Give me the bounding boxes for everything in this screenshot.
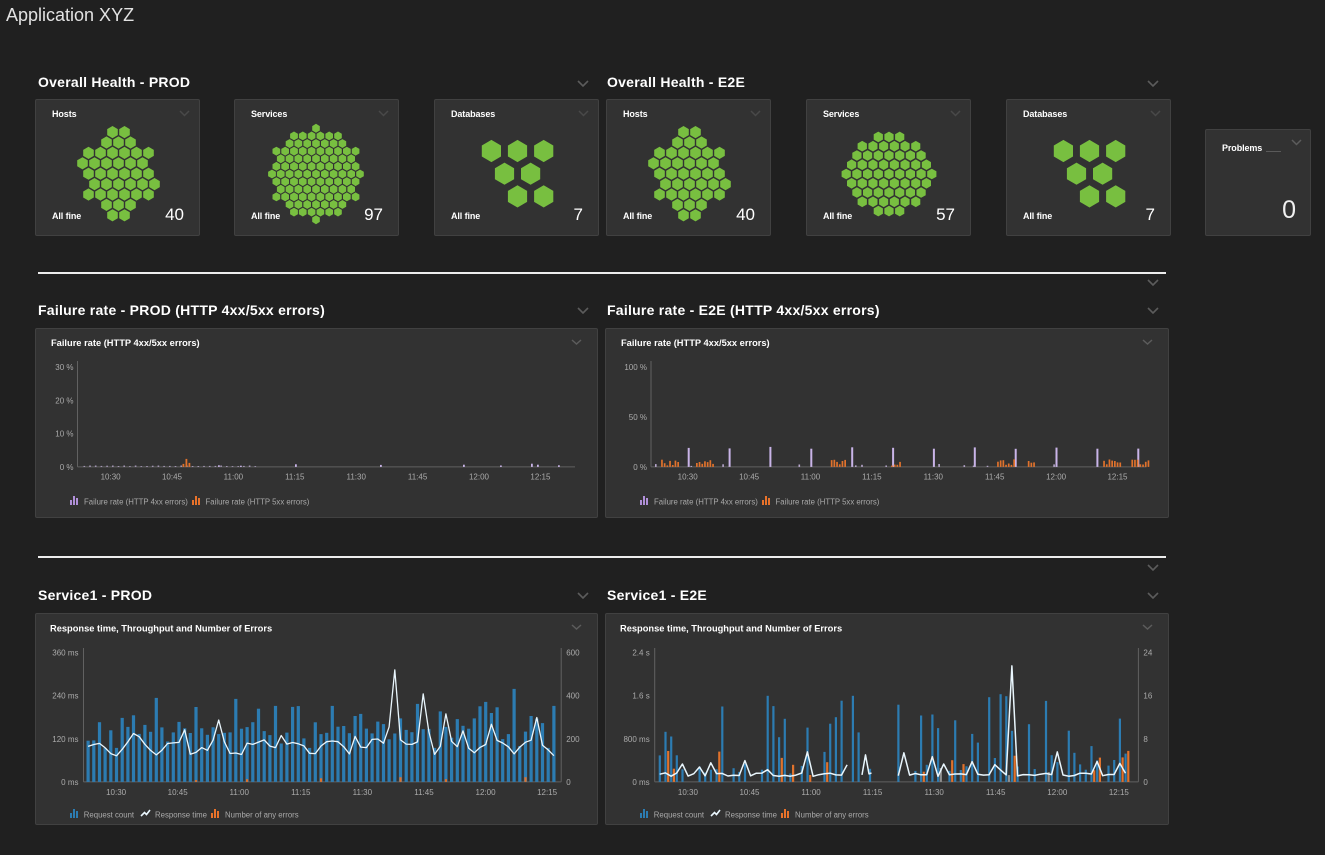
svg-text:Failure rate (HTTP 5xx errors): Failure rate (HTTP 5xx errors) bbox=[776, 498, 880, 507]
svg-text:Failure rate (HTTP 4xx/5xx err: Failure rate (HTTP 4xx/5xx errors) bbox=[621, 338, 770, 348]
svg-text:10:45: 10:45 bbox=[739, 473, 760, 482]
svg-text:12:00: 12:00 bbox=[1047, 788, 1068, 797]
svg-text:11:45: 11:45 bbox=[986, 788, 1006, 797]
svg-text:12:00: 12:00 bbox=[469, 473, 490, 482]
svg-text:10:45: 10:45 bbox=[162, 473, 183, 482]
svg-text:Response time, Throughput and: Response time, Throughput and Number of … bbox=[50, 624, 272, 634]
svg-text:11:30: 11:30 bbox=[353, 788, 373, 797]
svg-text:Failure rate (HTTP 4xx errors): Failure rate (HTTP 4xx errors) bbox=[84, 498, 188, 507]
svg-text:400: 400 bbox=[566, 692, 580, 701]
svg-text:0: 0 bbox=[1143, 778, 1148, 787]
svg-text:Failure rate (HTTP 4xx errors): Failure rate (HTTP 4xx errors) bbox=[654, 498, 758, 507]
svg-text:1.6 s: 1.6 s bbox=[632, 692, 649, 701]
svg-text:11:15: 11:15 bbox=[291, 788, 311, 797]
svg-text:800 ms: 800 ms bbox=[623, 735, 649, 744]
svg-text:10:45: 10:45 bbox=[168, 788, 189, 797]
svg-text:12:00: 12:00 bbox=[1046, 473, 1067, 482]
svg-text:Number of any errors: Number of any errors bbox=[225, 811, 299, 820]
svg-text:0 %: 0 % bbox=[60, 463, 74, 472]
svg-text:11:45: 11:45 bbox=[408, 473, 428, 482]
svg-text:11:15: 11:15 bbox=[285, 473, 305, 482]
svg-text:10:30: 10:30 bbox=[106, 788, 127, 797]
svg-text:10:30: 10:30 bbox=[678, 788, 699, 797]
svg-text:Request count: Request count bbox=[84, 811, 135, 820]
svg-text:Failure rate (HTTP 5xx errors): Failure rate (HTTP 5xx errors) bbox=[206, 498, 310, 507]
svg-text:Failure rate (HTTP 4xx/5xx err: Failure rate (HTTP 4xx/5xx errors) bbox=[51, 338, 200, 348]
svg-text:11:00: 11:00 bbox=[230, 788, 250, 797]
svg-text:0 ms: 0 ms bbox=[61, 778, 78, 787]
svg-text:50 %: 50 % bbox=[629, 413, 647, 422]
svg-text:11:30: 11:30 bbox=[346, 473, 366, 482]
svg-text:12:00: 12:00 bbox=[476, 788, 497, 797]
svg-text:0 ms: 0 ms bbox=[632, 778, 649, 787]
svg-text:12:15: 12:15 bbox=[537, 788, 558, 797]
svg-text:360 ms: 360 ms bbox=[52, 648, 78, 657]
svg-text:600: 600 bbox=[566, 648, 580, 657]
svg-text:11:45: 11:45 bbox=[414, 788, 434, 797]
svg-text:16: 16 bbox=[1143, 692, 1152, 701]
svg-text:2.4 s: 2.4 s bbox=[632, 648, 649, 657]
svg-text:24: 24 bbox=[1143, 648, 1152, 657]
svg-text:11:00: 11:00 bbox=[224, 473, 244, 482]
svg-text:11:30: 11:30 bbox=[924, 788, 944, 797]
svg-text:11:00: 11:00 bbox=[801, 788, 821, 797]
svg-text:Request count: Request count bbox=[654, 811, 705, 820]
svg-text:Response time: Response time bbox=[725, 811, 777, 820]
svg-text:240 ms: 240 ms bbox=[52, 692, 78, 701]
svg-text:12:15: 12:15 bbox=[530, 473, 551, 482]
svg-text:10 %: 10 % bbox=[55, 430, 73, 439]
svg-text:11:15: 11:15 bbox=[863, 788, 883, 797]
svg-text:120 ms: 120 ms bbox=[52, 735, 78, 744]
svg-text:11:15: 11:15 bbox=[862, 473, 882, 482]
svg-text:0 %: 0 % bbox=[633, 463, 647, 472]
svg-text:Response time, Throughput and: Response time, Throughput and Number of … bbox=[620, 624, 842, 634]
svg-text:11:00: 11:00 bbox=[801, 473, 821, 482]
svg-text:12:15: 12:15 bbox=[1109, 788, 1130, 797]
svg-text:12:15: 12:15 bbox=[1107, 473, 1128, 482]
svg-text:0: 0 bbox=[566, 778, 571, 787]
svg-text:10:30: 10:30 bbox=[678, 473, 699, 482]
svg-text:10:30: 10:30 bbox=[101, 473, 122, 482]
svg-text:100 %: 100 % bbox=[624, 363, 647, 372]
svg-text:Number of any errors: Number of any errors bbox=[795, 811, 869, 820]
svg-text:11:30: 11:30 bbox=[924, 473, 944, 482]
svg-text:11:45: 11:45 bbox=[985, 473, 1005, 482]
svg-text:30 %: 30 % bbox=[55, 363, 73, 372]
svg-text:Response time: Response time bbox=[155, 811, 207, 820]
svg-text:200: 200 bbox=[566, 735, 580, 744]
svg-text:20 %: 20 % bbox=[55, 396, 73, 405]
svg-text:8: 8 bbox=[1143, 735, 1148, 744]
svg-text:10:45: 10:45 bbox=[739, 788, 760, 797]
